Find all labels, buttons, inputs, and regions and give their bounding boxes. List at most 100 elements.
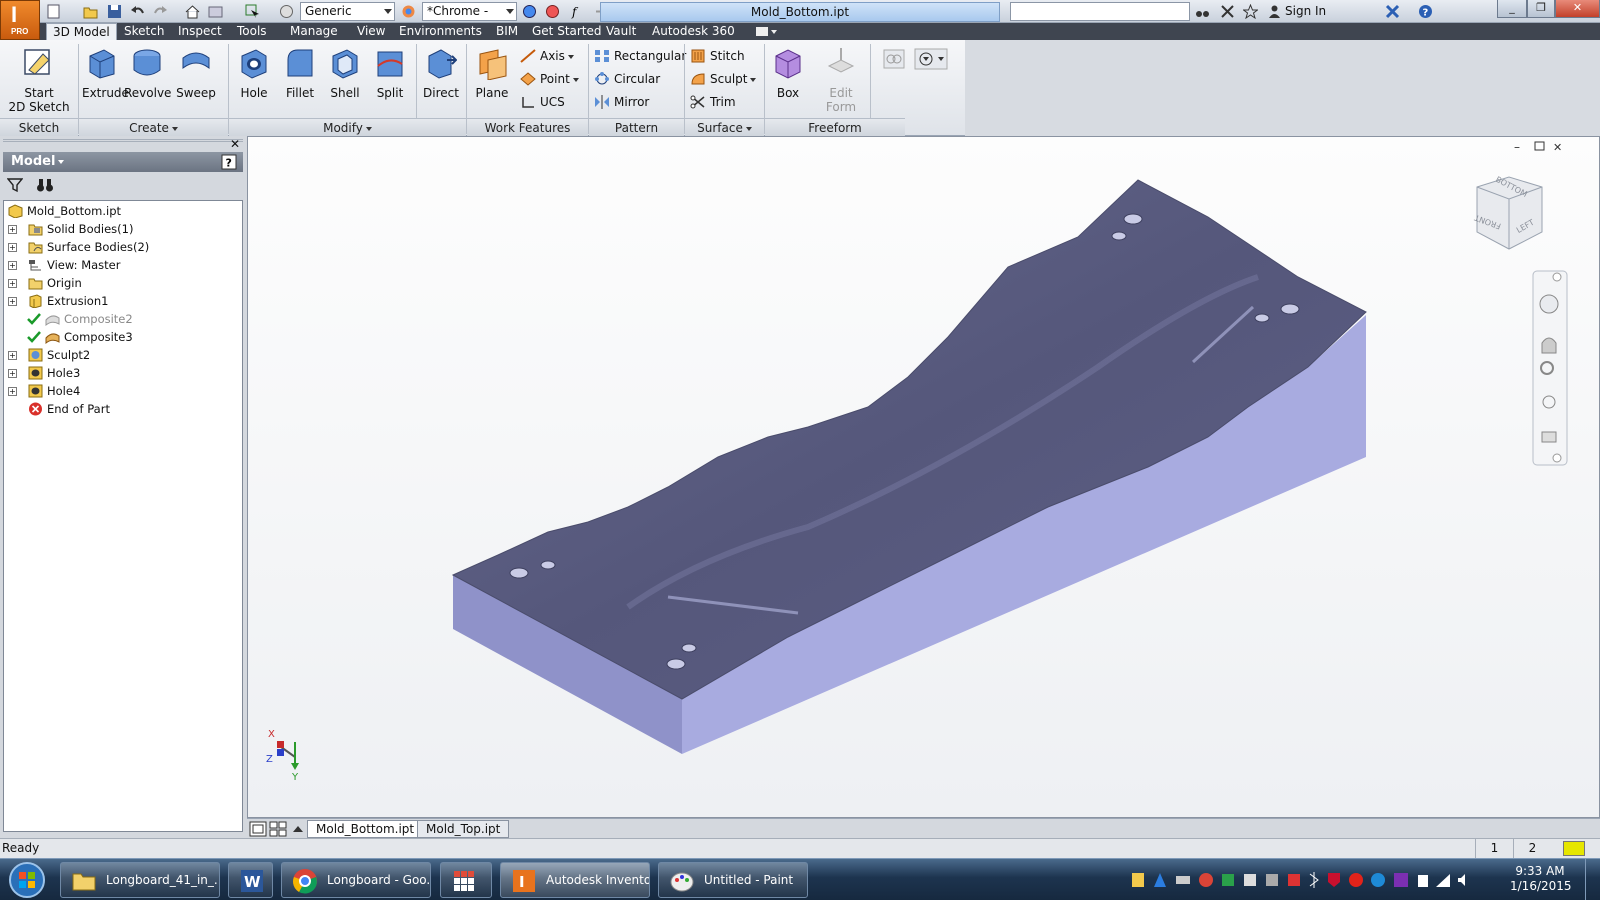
point-button[interactable]: Point — [518, 69, 579, 89]
filter-icon[interactable] — [7, 177, 23, 193]
ribbon-options-icon[interactable] — [755, 26, 777, 37]
rectangular-pattern-button[interactable]: Rectangular — [592, 46, 686, 66]
tab-get-started[interactable]: Get Started — [526, 23, 608, 40]
tab-inspect[interactable]: Inspect — [172, 23, 228, 40]
sculpt-button[interactable]: Sculpt — [688, 69, 757, 89]
subscription-icon[interactable] — [1220, 4, 1235, 19]
shell-button[interactable]: Shell — [325, 46, 365, 100]
application-menu-button[interactable]: I PRO — [0, 0, 40, 40]
tab-view[interactable]: View — [351, 23, 391, 40]
tray-icon[interactable] — [1266, 874, 1278, 886]
taskbar-item-inventor[interactable]: I Autodesk Invento... — [500, 862, 650, 898]
tray-icon[interactable] — [1132, 873, 1144, 887]
mirror-button[interactable]: Mirror — [592, 92, 649, 112]
tray-icon[interactable] — [1349, 873, 1363, 887]
browser-grip[interactable] — [3, 139, 243, 149]
exchange-icon[interactable] — [1385, 4, 1400, 19]
trim-button[interactable]: Trim — [688, 92, 736, 112]
expand-toggle[interactable]: + — [8, 297, 17, 306]
taskbar-clock[interactable]: 9:33 AM 1/16/2015 — [1510, 864, 1572, 894]
sweep-button[interactable]: Sweep — [174, 46, 218, 100]
close-button[interactable]: ✕ — [1555, 0, 1600, 18]
tray-icon[interactable] — [1244, 874, 1256, 886]
binoculars-icon[interactable] — [1195, 4, 1210, 19]
open-folder-icon[interactable] — [83, 4, 98, 19]
group-label-create[interactable]: Create — [79, 118, 228, 136]
tree-node-extrusion1[interactable]: + Extrusion1 — [8, 292, 236, 310]
steering-wheel-icon[interactable] — [1539, 294, 1559, 314]
fillet-button[interactable]: Fillet — [280, 46, 320, 100]
tray-icon[interactable] — [1199, 873, 1213, 887]
help-search-input[interactable] — [1010, 2, 1190, 21]
hole-button[interactable]: Hole — [234, 46, 274, 100]
tree-node-composite3[interactable]: Composite3 — [8, 328, 236, 346]
tile-windows-icon[interactable] — [249, 821, 267, 837]
antivirus-icon[interactable] — [1328, 873, 1340, 887]
freeform-box-button[interactable]: Box — [768, 46, 808, 100]
navbar-options-icon[interactable] — [1552, 453, 1562, 463]
redo-icon[interactable] — [153, 4, 168, 19]
axis-button[interactable]: Axis — [518, 46, 574, 66]
taskbar-item-word[interactable]: W — [228, 862, 273, 898]
circular-pattern-button[interactable]: Circular — [592, 69, 660, 89]
undo-icon[interactable] — [130, 4, 145, 19]
doc-tab-mold-top[interactable]: Mold_Top.ipt — [417, 820, 510, 838]
bluetooth-icon[interactable] — [1309, 872, 1319, 888]
pan-hand-icon[interactable] — [1541, 337, 1557, 354]
edit-form-button[interactable]: Edit Form — [818, 46, 864, 114]
network-signal-icon[interactable] — [1436, 874, 1450, 887]
graphics-viewport[interactable]: BOTTOM FRONT LEFT – ✕ X Z Y — [247, 136, 1600, 818]
taskbar-item-apps[interactable] — [440, 862, 492, 898]
tree-node-hole4[interactable]: + Hole4 — [8, 382, 236, 400]
stitch-button[interactable]: Stitch — [688, 46, 745, 66]
tree-node-part[interactable]: Mold_Bottom.ipt — [6, 202, 236, 220]
tree-node-solid-bodies[interactable]: + Solid Bodies(1) — [8, 220, 236, 238]
model-canvas[interactable]: BOTTOM FRONT LEFT – ✕ X Z Y — [248, 137, 1599, 817]
browser-help-icon[interactable]: ? — [221, 154, 237, 170]
viewport-minimize-icon[interactable]: – — [1514, 140, 1520, 154]
tray-icon[interactable] — [1176, 876, 1190, 884]
adjust-icon[interactable] — [522, 4, 537, 19]
start-2d-sketch-button[interactable]: Start 2D Sketch — [6, 46, 72, 128]
look-at-icon[interactable] — [1541, 431, 1557, 443]
sign-in-link[interactable]: Sign In — [1285, 4, 1326, 18]
tree-node-hole3[interactable]: + Hole3 — [8, 364, 236, 382]
extrude-button[interactable]: Extrude — [82, 46, 129, 100]
select-icon[interactable] — [245, 4, 260, 19]
viewport-restore-icon[interactable] — [1534, 141, 1545, 151]
expand-toggle[interactable]: + — [8, 225, 17, 234]
function-icon[interactable]: f — [570, 4, 585, 19]
tree-node-composite2[interactable]: Composite2 — [8, 310, 236, 328]
revolve-button[interactable]: Revolve — [124, 46, 171, 100]
taskbar-item-explorer[interactable]: Longboard_41_in_... — [60, 862, 220, 898]
direct-button[interactable]: Direct — [421, 46, 461, 100]
tray-icon[interactable] — [1222, 874, 1234, 886]
expand-toggle[interactable]: + — [8, 369, 17, 378]
tray-icon[interactable] — [1154, 873, 1166, 887]
panel-dropdown-icon[interactable] — [914, 48, 948, 70]
tray-icon[interactable] — [1371, 873, 1385, 887]
taskbar-item-paint[interactable]: Untitled - Paint — [658, 862, 808, 898]
expand-toggle[interactable]: + — [8, 243, 17, 252]
navbar-close-icon[interactable] — [1552, 272, 1562, 282]
tab-vault[interactable]: Vault — [600, 23, 642, 40]
convert-icon[interactable] — [882, 48, 906, 70]
tree-node-surface-bodies[interactable]: + Surface Bodies(2) — [8, 238, 236, 256]
tree-node-view-master[interactable]: + View: Master — [8, 256, 236, 274]
tree-node-end-of-part[interactable]: End of Part — [8, 400, 236, 418]
split-button[interactable]: Split — [370, 46, 410, 100]
appearance-combo[interactable]: *Chrome - — [422, 2, 517, 21]
tab-environments[interactable]: Environments — [393, 23, 488, 40]
browser-header[interactable]: Model — [3, 152, 243, 172]
project-icon[interactable] — [208, 4, 223, 19]
taskbar-item-chrome[interactable]: Longboard - Goo... — [281, 862, 431, 898]
tree-node-origin[interactable]: + Origin — [8, 274, 236, 292]
home-icon[interactable] — [185, 4, 200, 19]
find-binoculars-icon[interactable] — [36, 177, 54, 193]
tray-icon[interactable] — [1288, 874, 1300, 886]
tab-manage[interactable]: Manage — [284, 23, 344, 40]
volume-icon[interactable] — [1458, 874, 1465, 886]
tab-3d-model[interactable]: 3D Model — [46, 23, 117, 40]
onenote-icon[interactable] — [1394, 873, 1408, 887]
tab-bim[interactable]: BIM — [490, 23, 524, 40]
